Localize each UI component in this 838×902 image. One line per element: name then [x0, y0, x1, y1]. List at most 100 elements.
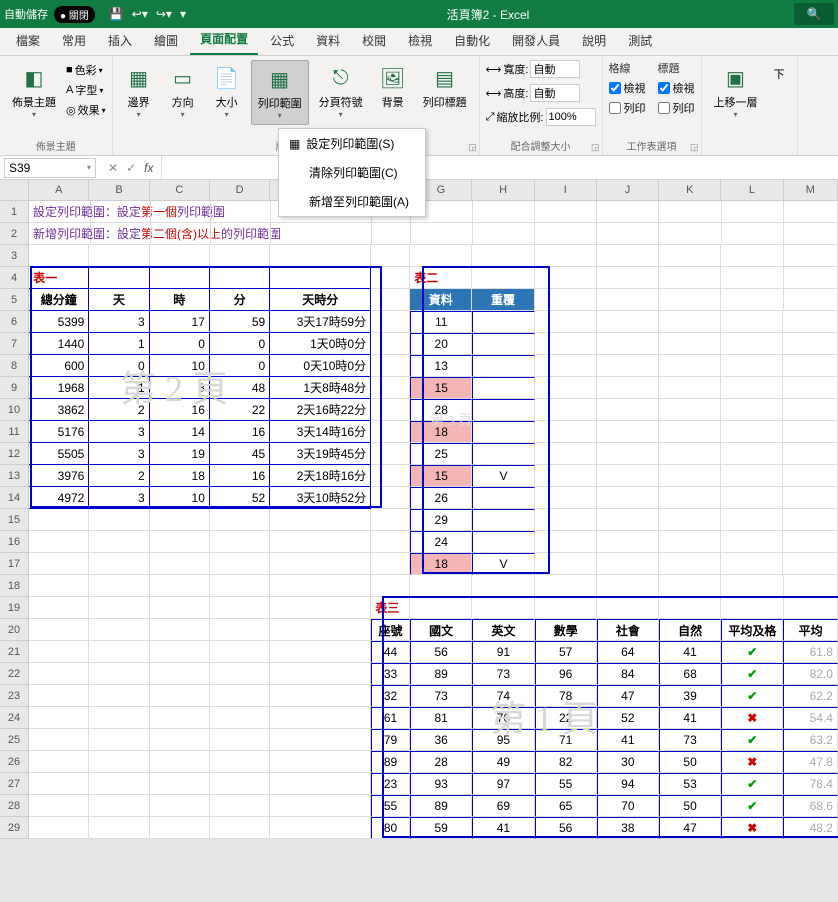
row-header[interactable]: 24 [0, 707, 29, 729]
cell[interactable] [659, 245, 721, 267]
tab-7[interactable]: 校閱 [352, 26, 396, 55]
cell[interactable] [597, 487, 659, 509]
cell[interactable]: 47.8 [783, 751, 838, 773]
cell[interactable] [535, 311, 597, 333]
row-header[interactable]: 13 [0, 465, 29, 487]
cell[interactable] [659, 399, 721, 421]
cell[interactable] [721, 377, 783, 399]
col-header[interactable]: J [597, 180, 659, 200]
row-header[interactable]: 25 [0, 729, 29, 751]
cell[interactable]: 82 [535, 751, 597, 773]
cell[interactable]: 14 [150, 421, 210, 443]
cell[interactable]: 11 [410, 311, 472, 333]
cell[interactable] [472, 399, 534, 421]
row-header[interactable]: 22 [0, 663, 29, 685]
cell[interactable] [270, 641, 371, 663]
cell[interactable]: 65 [535, 795, 597, 817]
pagesetup-launcher-icon[interactable]: ◲ [468, 142, 477, 153]
cell[interactable]: 44 [371, 641, 410, 663]
cell[interactable]: 平均 [783, 619, 838, 641]
cell[interactable] [89, 663, 149, 685]
cell[interactable]: 73 [659, 729, 721, 751]
cell[interactable] [89, 729, 149, 751]
cell[interactable] [721, 267, 783, 289]
cell[interactable]: 68.6 [783, 795, 838, 817]
cell[interactable] [270, 597, 371, 619]
row-header[interactable]: 23 [0, 685, 29, 707]
fonts-button[interactable]: A字型▾ [66, 82, 106, 98]
cell[interactable]: 座號 [371, 619, 410, 641]
menu-clear-print-area[interactable]: 清除列印範圍(C) [279, 158, 425, 187]
cell[interactable]: 74 [472, 685, 534, 707]
cell[interactable]: 78.4 [783, 773, 838, 795]
cell[interactable] [371, 245, 410, 267]
cell[interactable]: 5176 [29, 421, 89, 443]
cell[interactable]: ✔ [721, 729, 783, 751]
cell[interactable] [659, 553, 721, 575]
cell[interactable] [597, 267, 659, 289]
headings-view-check[interactable]: 檢視 [658, 80, 695, 96]
cell[interactable]: 600 [29, 355, 89, 377]
menu-add-print-area[interactable]: 新增至列印範圍(A) [279, 187, 425, 216]
cell[interactable] [784, 289, 838, 311]
cell[interactable] [210, 553, 270, 575]
cell[interactable] [210, 619, 270, 641]
cell[interactable] [150, 619, 210, 641]
cell[interactable] [150, 509, 210, 531]
cell[interactable] [270, 531, 371, 553]
cell[interactable]: 0 [210, 333, 270, 355]
cell[interactable] [150, 751, 210, 773]
cell[interactable] [150, 531, 210, 553]
cell[interactable] [89, 773, 149, 795]
cell[interactable] [535, 421, 597, 443]
cell[interactable]: 70 [597, 795, 659, 817]
cell[interactable] [535, 465, 597, 487]
row-header[interactable]: 8 [0, 355, 29, 377]
cell[interactable] [535, 597, 597, 619]
cell[interactable]: 15 [410, 377, 472, 399]
cell[interactable] [29, 773, 89, 795]
cell[interactable]: ✖ [721, 817, 783, 839]
cell[interactable] [210, 685, 270, 707]
cell[interactable]: 96 [535, 663, 597, 685]
cell[interactable]: 22 [535, 707, 597, 729]
cell[interactable] [784, 575, 838, 597]
enter-icon[interactable]: ✓ [126, 161, 136, 175]
cell[interactable] [371, 443, 410, 465]
cell[interactable] [210, 817, 270, 839]
row-header[interactable]: 15 [0, 509, 29, 531]
cell[interactable]: 重覆 [472, 289, 534, 311]
height-input[interactable] [530, 84, 580, 102]
cell[interactable] [89, 707, 149, 729]
cell[interactable] [535, 509, 597, 531]
cell[interactable] [597, 333, 659, 355]
row-header[interactable]: 11 [0, 421, 29, 443]
cell[interactable]: 94 [597, 773, 659, 795]
cell[interactable] [29, 685, 89, 707]
cell[interactable]: 10 [150, 487, 210, 509]
worksheet[interactable]: ABCDEFGHIJKLM 1設定列印範圍：設定第一個列印範圍2新增列印範圍：設… [0, 180, 838, 839]
row-header[interactable]: 26 [0, 751, 29, 773]
cell[interactable] [29, 553, 89, 575]
cell[interactable] [150, 597, 210, 619]
cell[interactable] [29, 641, 89, 663]
cell[interactable] [89, 751, 149, 773]
cell[interactable]: 64 [597, 641, 659, 663]
col-header[interactable]: L [721, 180, 783, 200]
cell[interactable] [659, 377, 721, 399]
cell[interactable] [270, 509, 371, 531]
row-header[interactable]: 6 [0, 311, 29, 333]
cell[interactable]: 73 [472, 663, 534, 685]
cell[interactable] [535, 333, 597, 355]
cell[interactable] [270, 817, 371, 839]
tab-11[interactable]: 說明 [572, 26, 616, 55]
row-header[interactable]: 7 [0, 333, 29, 355]
save-icon[interactable]: 💾 [109, 7, 124, 21]
cell[interactable]: 95 [472, 729, 534, 751]
cell[interactable] [472, 267, 534, 289]
cell[interactable] [721, 597, 783, 619]
print-titles-button[interactable]: ▤列印標題 [417, 60, 473, 114]
cell[interactable] [659, 289, 721, 311]
cell[interactable] [659, 267, 721, 289]
cell[interactable]: 表二 [410, 267, 472, 289]
